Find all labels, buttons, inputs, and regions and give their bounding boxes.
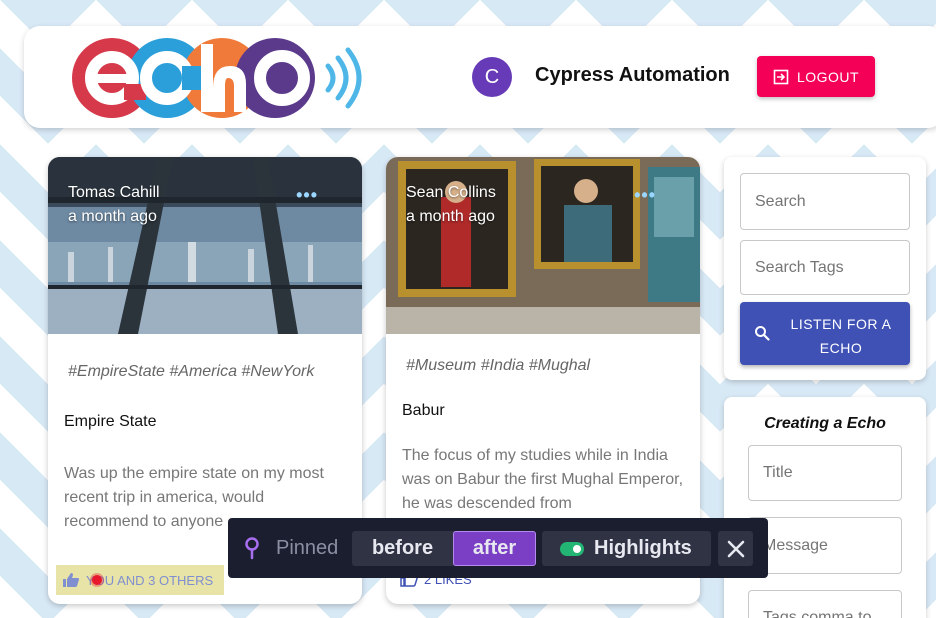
post-time: a month ago xyxy=(406,208,495,225)
title-input[interactable]: Title xyxy=(748,445,902,501)
card-tags: #EmpireState #America #NewYork xyxy=(68,363,315,380)
close-icon xyxy=(727,540,744,557)
like-button[interactable]: YOU AND 3 OTHERS xyxy=(56,565,224,595)
pin-icon xyxy=(245,537,259,560)
close-button[interactable] xyxy=(718,531,753,566)
post-time: a month ago xyxy=(68,208,157,225)
logout-button[interactable]: LOGOUT xyxy=(757,56,875,97)
echo-logo[interactable] xyxy=(70,36,370,120)
before-button[interactable]: before xyxy=(352,531,453,566)
highlights-toggle[interactable]: Highlights xyxy=(542,531,711,566)
snapshot-toggle: before after xyxy=(352,531,536,566)
cursor-marker xyxy=(92,575,102,585)
create-panel: Creating a Echo Title Message Tags comma… xyxy=(724,397,926,618)
card-title: Babur xyxy=(402,402,445,419)
more-icon[interactable]: ••• xyxy=(296,185,318,206)
card-tags: #Museum #India #Mughal xyxy=(406,357,591,374)
message-input[interactable]: Message xyxy=(748,517,902,574)
tags-input[interactable]: Tags comma to xyxy=(748,590,902,618)
user-name: Cypress Automation xyxy=(535,64,730,86)
app-header: C Cypress Automation LOGOUT xyxy=(24,26,936,128)
card-title: Empire State xyxy=(64,413,157,430)
card-message: The focus of my studies while in India w… xyxy=(402,447,684,512)
author-name: Sean Collins xyxy=(406,184,496,201)
listen-button[interactable]: LISTEN FOR A ECHO xyxy=(740,302,910,365)
snapshot-toolbar: Pinned before after Highlights xyxy=(228,518,768,578)
likes-count: YOU AND 3 OTHERS xyxy=(86,572,214,588)
search-input[interactable]: Search xyxy=(740,173,910,230)
more-icon[interactable]: ••• xyxy=(634,185,656,206)
search-tags-input[interactable]: Search Tags xyxy=(740,240,910,295)
after-button[interactable]: after xyxy=(453,531,536,566)
pinned-label: Pinned xyxy=(276,537,339,559)
highlights-label: Highlights xyxy=(594,537,692,559)
search-icon xyxy=(755,326,770,341)
thumbs-up-icon xyxy=(63,573,79,587)
card-author: Sean Collins a month ago xyxy=(406,181,496,229)
logout-icon xyxy=(773,69,789,84)
toggle-switch-icon xyxy=(560,541,584,556)
author-name: Tomas Cahill xyxy=(68,184,160,201)
card-author: Tomas Cahill a month ago xyxy=(68,181,160,229)
listen-label: LISTEN FOR A ECHO xyxy=(790,316,892,356)
create-heading: Creating a Echo xyxy=(764,415,886,432)
logout-label: LOGOUT xyxy=(796,68,860,85)
search-panel: Search Search Tags LISTEN FOR A ECHO xyxy=(724,157,926,380)
user-avatar[interactable]: C xyxy=(472,57,512,97)
